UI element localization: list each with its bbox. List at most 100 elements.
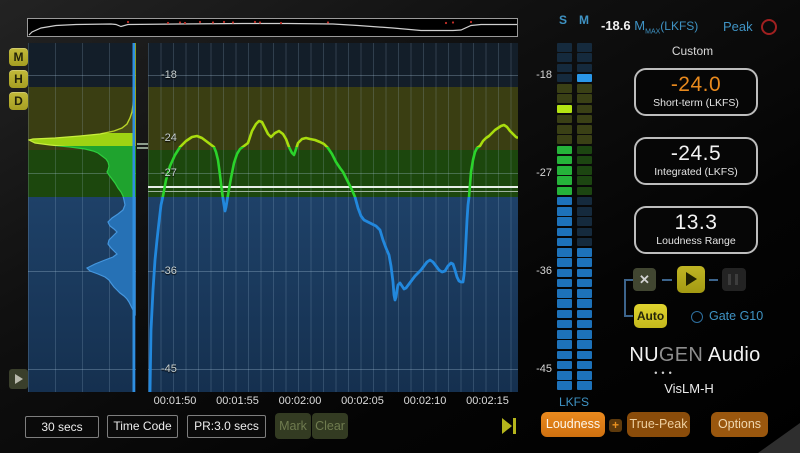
history-overview-strip[interactable] [27, 18, 518, 37]
max-unit: (LKFS) [660, 19, 698, 33]
histogram-play-button[interactable] [9, 369, 28, 389]
time-axis-label: 00:02:05 [332, 395, 394, 407]
meter-segment [557, 125, 572, 134]
connector-line [624, 279, 626, 317]
meter-segment [557, 115, 572, 124]
loudness-history-graph[interactable]: -18-24-27-36-45 [148, 43, 518, 392]
meter-scale-label: -18 [526, 69, 552, 81]
db-axis-label: -24 [161, 132, 177, 144]
play-button[interactable] [677, 266, 705, 293]
meter-segment [577, 320, 592, 329]
gate-radio[interactable] [691, 311, 703, 323]
meter-segment [557, 371, 572, 380]
meter-segment [577, 371, 592, 380]
stop-reset-button[interactable]: ✕ [633, 268, 656, 291]
db-axis-label: -45 [161, 363, 177, 375]
logo-nu: NU [629, 344, 659, 366]
short-term-meter [557, 43, 572, 392]
meter-segment [557, 176, 572, 185]
add-mode-button[interactable]: + [609, 419, 622, 432]
meter-segment [577, 207, 592, 216]
play-icon [15, 374, 23, 384]
meter-segment [557, 310, 572, 319]
meter-segment [577, 74, 592, 83]
auto-button[interactable]: Auto [634, 304, 667, 328]
meter-segment [557, 94, 572, 103]
meter-segment [577, 135, 592, 144]
meter-segment [557, 187, 572, 196]
meter-segment [557, 340, 572, 349]
short-term-label: Short-term (LKFS) [636, 97, 756, 109]
peak-label: Peak [723, 19, 753, 34]
short-term-readout[interactable]: -24.0 Short-term (LKFS) [634, 68, 758, 116]
clear-button[interactable]: Clear [312, 413, 348, 439]
skip-to-end-button[interactable] [502, 418, 516, 434]
window-resize-corner[interactable] [758, 423, 800, 453]
meter-segment [577, 53, 592, 62]
meter-segment [557, 53, 572, 62]
meter-segment [557, 248, 572, 257]
meter-segment [577, 248, 592, 257]
time-axis-label: 00:01:50 [144, 395, 206, 407]
practical-range-select[interactable]: PR:3.0 secs [187, 415, 266, 438]
distribution-button[interactable]: D [9, 92, 28, 110]
meter-segment [577, 94, 592, 103]
momentary-max-readout[interactable]: -18.6 MMAX(LKFS) [601, 18, 698, 36]
meter-segment [557, 197, 572, 206]
meter-segment [577, 156, 592, 165]
meter-segment [577, 289, 592, 298]
meter-segment [557, 289, 572, 298]
time-axis-label: 00:01:55 [207, 395, 269, 407]
meter-segment [557, 135, 572, 144]
time-axis-label: 00:02:10 [394, 395, 456, 407]
momentary-button[interactable]: M [9, 48, 28, 66]
nugen-audio-logo: NUGEN Audio [600, 344, 790, 367]
mark-button[interactable]: Mark [275, 413, 311, 439]
meter-segment [557, 84, 572, 93]
max-value: -18.6 [601, 18, 631, 33]
db-axis-label: -18 [161, 69, 177, 81]
meter-segment [577, 166, 592, 175]
meter-segment [557, 43, 572, 52]
meter-segment [577, 217, 592, 226]
meter-segment [557, 105, 572, 114]
meter-segment [557, 351, 572, 360]
meter-segment [577, 146, 592, 155]
meter-scale-label: -45 [526, 363, 552, 375]
meter-segment [577, 187, 592, 196]
loudness-range-readout[interactable]: 13.3 Loudness Range [634, 206, 758, 254]
skip-bar-icon [513, 418, 516, 434]
integrated-readout[interactable]: -24.5 Integrated (LKFS) [634, 137, 758, 185]
true-peak-mode-button[interactable]: True-Peak [627, 412, 690, 437]
overview-curve [28, 19, 517, 36]
meter-segment [577, 310, 592, 319]
momentary-column-header: M [579, 13, 589, 27]
preset-name[interactable]: Custom [600, 44, 785, 58]
max-symbol: M [634, 18, 645, 33]
time-window-select[interactable]: 30 secs [25, 416, 99, 438]
connector-line [709, 279, 718, 281]
meter-segment [557, 269, 572, 278]
momentary-meter [577, 43, 592, 392]
meter-scale: -18-27-36-45 [526, 43, 552, 392]
meter-segment [557, 361, 572, 370]
timecode-select[interactable]: Time Code [107, 415, 178, 438]
vislm-plugin-window: M H D [0, 0, 800, 453]
peak-indicator[interactable] [761, 19, 777, 35]
target-line-gap [137, 147, 148, 149]
connector-line [662, 279, 672, 281]
skip-triangle-icon [502, 418, 512, 434]
meter-segment [577, 330, 592, 339]
distribution-shape [28, 43, 136, 392]
meter-segment [557, 381, 572, 390]
loudness-mode-button[interactable]: Loudness [541, 412, 605, 437]
target-line-gap [137, 143, 148, 145]
meter-segment [577, 361, 592, 370]
meter-scale-label: -27 [526, 167, 552, 179]
pause-button[interactable] [722, 268, 746, 291]
meter-segment [557, 74, 572, 83]
history-button[interactable]: H [9, 70, 28, 88]
db-axis-label: -36 [161, 265, 177, 277]
time-axis: 00:01:5000:01:5500:02:0000:02:0500:02:10… [148, 395, 518, 409]
integrated-label: Integrated (LKFS) [636, 166, 756, 178]
